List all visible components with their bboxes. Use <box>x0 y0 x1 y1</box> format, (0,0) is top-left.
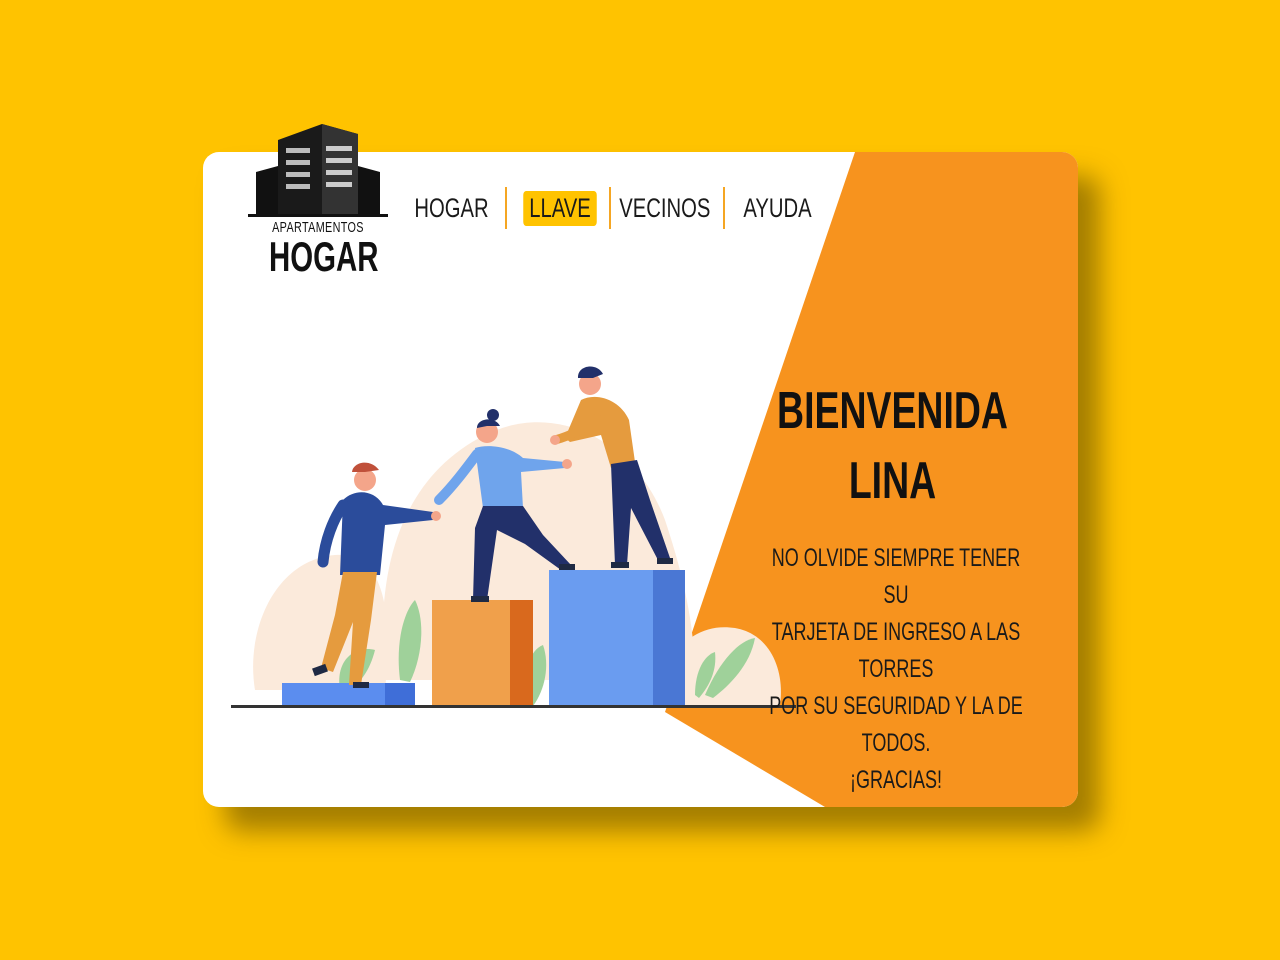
block-large-side <box>653 570 685 707</box>
block-small-side <box>385 683 415 707</box>
logo[interactable]: APARTAMENTOS HOGAR <box>248 120 388 285</box>
nav-item-llave[interactable]: LLAVE <box>523 190 597 226</box>
teamwork-illustration <box>231 366 796 708</box>
nav-separator <box>609 187 611 229</box>
reminder-message: NO OLVIDE SIEMPRE TENER SU TARJETA DE IN… <box>766 540 1025 799</box>
message-line: NO OLVIDE SIEMPRE TENER SU <box>771 544 1021 609</box>
block-medium <box>432 600 510 707</box>
block-medium-side <box>510 600 533 707</box>
block-small <box>282 683 385 707</box>
nav-item-vecinos-cell: VECINOS <box>615 191 715 226</box>
person-left-hair <box>352 462 379 472</box>
person-right-hair <box>577 366 603 378</box>
message-line: POR SU SEGURIDAD Y LA DE TODOS. <box>769 692 1023 757</box>
logo-title: HOGAR <box>269 233 379 280</box>
nav-item-hogar[interactable]: HOGAR <box>408 191 494 226</box>
nav-item-llave-cell: LLAVE <box>515 190 605 226</box>
building-icon <box>248 124 388 217</box>
welcome-heading: BIENVENIDA LINA <box>768 376 1016 516</box>
person-left-head <box>354 469 376 491</box>
nav-item-hogar-cell: HOGAR <box>405 191 497 226</box>
block-large <box>549 570 653 707</box>
floor-line <box>231 705 796 708</box>
nav-separator <box>505 187 507 229</box>
nav-item-vecinos[interactable]: VECINOS <box>613 191 716 226</box>
nav-item-ayuda-cell: AYUDA <box>733 191 823 226</box>
nav-separator <box>723 187 725 229</box>
message-line: ¡GRACIAS! <box>849 766 943 794</box>
main-nav: HOGAR LLAVE VECINOS AYUDA <box>405 186 823 230</box>
nav-item-ayuda[interactable]: AYUDA <box>738 191 818 226</box>
welcome-line: BIENVENIDA <box>777 382 1008 440</box>
message-line: TARJETA DE INGRESO A LAS TORRES <box>771 618 1021 683</box>
user-name: LINA <box>848 452 937 510</box>
